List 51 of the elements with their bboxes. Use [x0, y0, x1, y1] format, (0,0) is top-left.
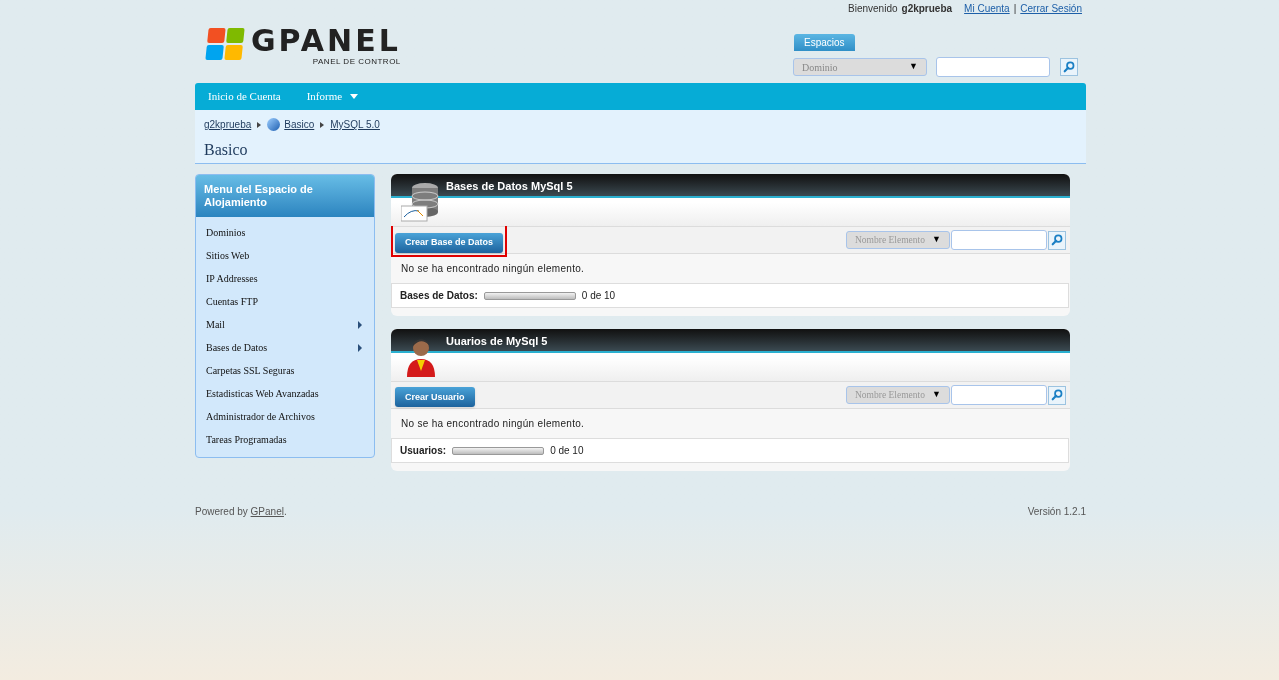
- panel-title: Uuarios de MySql 5: [391, 329, 1070, 353]
- breadcrumb-link[interactable]: g2kprueba: [204, 117, 252, 132]
- empty-message: No se ha encontrado ningún elemento.: [400, 417, 586, 431]
- page-title: Basico: [204, 140, 249, 160]
- account-link[interactable]: Mi Cuenta: [964, 1, 1010, 16]
- flag-logo-icon: [205, 28, 245, 60]
- panel-title: Bases de Datos MySql 5: [391, 174, 1070, 198]
- quota-label: Bases de Datos:: [400, 289, 478, 303]
- sidebar-title: Menu del Espacio de Alojamiento: [196, 175, 374, 217]
- search-button[interactable]: [1048, 230, 1066, 250]
- welcome-text: Bienvenido: [848, 2, 898, 16]
- separator: |: [1013, 2, 1017, 16]
- breadcrumb-link[interactable]: Basico: [284, 117, 315, 132]
- filter-field[interactable]: [951, 385, 1047, 405]
- account-link[interactable]: Cerrar Sesión: [1020, 1, 1082, 16]
- sidebar-item[interactable]: Bases de Datos: [196, 336, 374, 359]
- sidebar-item[interactable]: Administrador de Archivos: [196, 405, 374, 428]
- space-select[interactable]: Dominio ▼: [793, 58, 927, 76]
- powered-by-text: Powered by GPanel.: [195, 505, 287, 519]
- username: g2kprueba: [901, 2, 953, 16]
- sidebar-item[interactable]: Sitios Web: [196, 244, 374, 267]
- gpanel-link[interactable]: GPanel: [250, 506, 284, 517]
- sidebar-item[interactable]: Cuentas FTP: [196, 290, 374, 313]
- caret-icon: ▼: [932, 388, 941, 402]
- filter-select[interactable]: Nombre Elemento ▼: [846, 386, 950, 404]
- globe-icon: [267, 118, 281, 131]
- sidebar-item[interactable]: Carpetas SSL Seguras: [196, 359, 374, 382]
- sidebar-item[interactable]: Tareas Programadas: [196, 428, 374, 451]
- caret-icon: ▼: [909, 60, 918, 74]
- logo-tagline: PANEL DE CONTROL: [312, 56, 401, 68]
- version-text: Versión 1.2.1: [1027, 505, 1086, 519]
- logo-wordmark: GPANEL: [251, 26, 401, 56]
- sidebar-item[interactable]: Dominios: [196, 221, 374, 244]
- search-field[interactable]: [936, 57, 1050, 77]
- filter-select[interactable]: Nombre Elemento ▼: [846, 231, 950, 249]
- arrow-icon: [257, 121, 262, 128]
- caret-icon: ▼: [932, 233, 941, 247]
- create-button[interactable]: Crear Base de Datos: [395, 232, 504, 253]
- breadcrumb-link[interactable]: MySQL 5.0: [330, 117, 380, 132]
- sidebar-item[interactable]: Estadisticas Web Avanzadas: [196, 382, 374, 405]
- sidebar-item[interactable]: IP Addresses: [196, 267, 374, 290]
- create-button[interactable]: Crear Usuario: [395, 387, 475, 408]
- filter-field[interactable]: [951, 230, 1047, 250]
- quota-label: Usuarios:: [400, 444, 447, 458]
- search-button[interactable]: [1048, 385, 1066, 405]
- arrow-icon: [320, 121, 325, 128]
- quota-text: 0 de 10: [550, 444, 584, 458]
- empty-message: No se ha encontrado ningún elemento.: [400, 262, 586, 276]
- search-button[interactable]: [1060, 58, 1078, 76]
- quota-text: 0 de 10: [581, 289, 616, 303]
- sidebar-item[interactable]: Mail: [196, 313, 374, 336]
